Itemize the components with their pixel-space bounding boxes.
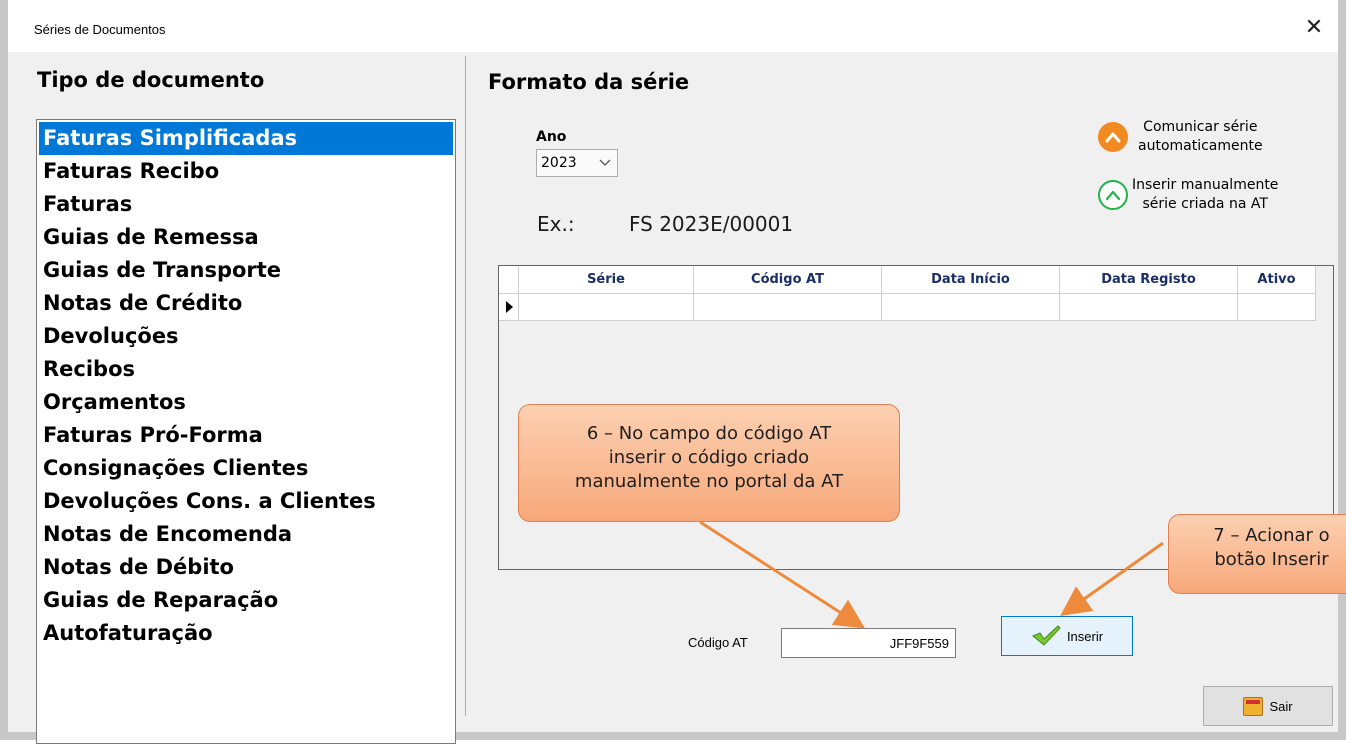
example-value: FS 2023E/00001 <box>629 212 794 236</box>
list-item[interactable]: Faturas Simplificadas <box>39 122 453 155</box>
dialog-content: Tipo de documento Faturas Simplificadas F… <box>8 52 1346 744</box>
cell-ativo[interactable] <box>1238 294 1316 321</box>
col-data-registo[interactable]: Data Registo <box>1060 266 1238 294</box>
list-item[interactable]: Notas de Encomenda <box>39 518 453 551</box>
sair-label: Sair <box>1269 698 1293 714</box>
legend-manual: Inserir manualmente série criada na AT <box>1098 176 1278 214</box>
list-item[interactable]: Consignações Clientes <box>39 452 453 485</box>
list-item[interactable]: Guias de Transporte <box>39 254 453 287</box>
list-item[interactable]: Faturas Pró-Forma <box>39 419 453 452</box>
chevron-down-icon <box>599 150 611 185</box>
document-type-list[interactable]: Faturas Simplificadas Faturas Recibo Fatur… <box>36 119 456 744</box>
exit-icon <box>1243 696 1264 716</box>
legend-auto-line1: Comunicar série <box>1143 119 1258 135</box>
sair-button[interactable]: Sair <box>1203 686 1333 726</box>
list-item[interactable]: Guias de Reparação <box>39 584 453 617</box>
cell-codigo-at[interactable] <box>694 294 882 321</box>
chevron-up-filled-orange-icon <box>1098 122 1128 152</box>
callout-6-line3: manualmente no portal da AT <box>574 471 844 492</box>
legend-auto-text: Comunicar série automaticamente <box>1138 118 1263 156</box>
window-title: Séries de Documentos <box>34 22 166 37</box>
col-codigo-at[interactable]: Código AT <box>694 266 882 294</box>
codigo-at-input[interactable] <box>781 628 956 658</box>
list-item[interactable]: Notas de Crédito <box>39 287 453 320</box>
list-item[interactable]: Devoluções Cons. a Clientes <box>39 485 453 518</box>
close-icon[interactable]: ✕ <box>1300 14 1328 42</box>
col-data-inicio[interactable]: Data Início <box>882 266 1060 294</box>
panel-divider <box>465 56 466 716</box>
callout-step-7: 7 – Acionar o botão Inserir <box>1168 514 1346 594</box>
grid-corner <box>499 266 519 294</box>
list-item[interactable]: Guias de Remessa <box>39 221 453 254</box>
list-item[interactable]: Orçamentos <box>39 386 453 419</box>
legend-auto: Comunicar série automaticamente <box>1098 118 1263 156</box>
legend-auto-line2: automaticamente <box>1138 138 1263 154</box>
list-item[interactable]: Faturas Recibo <box>39 155 453 188</box>
row-pointer-icon <box>499 294 519 321</box>
table-row[interactable] <box>499 294 1316 321</box>
list-item[interactable]: Autofaturação <box>39 617 453 650</box>
col-ativo[interactable]: Ativo <box>1238 266 1316 294</box>
document-type-heading: Tipo de documento <box>37 68 265 92</box>
callout-7-line1: 7 – Acionar o <box>1213 525 1330 546</box>
legend-manual-line2: série criada na AT <box>1142 196 1268 212</box>
chevron-up-outline-green-icon <box>1098 180 1128 210</box>
series-format-heading: Formato da série <box>488 70 690 94</box>
legend-manual-line1: Inserir manualmente <box>1132 177 1279 193</box>
cell-data-inicio[interactable] <box>882 294 1060 321</box>
cell-data-registo[interactable] <box>1060 294 1238 321</box>
year-select[interactable]: 2023 <box>536 149 618 177</box>
cell-serie[interactable] <box>519 294 694 321</box>
title-bar: Séries de Documentos ✕ <box>8 0 1338 52</box>
checkmark-icon <box>1031 624 1061 649</box>
year-value: 2023 <box>541 155 577 171</box>
list-item[interactable]: Devoluções <box>39 320 453 353</box>
inserir-button[interactable]: Inserir <box>1001 616 1133 656</box>
dialog-window: Séries de Documentos ✕ Tipo de documento… <box>0 0 1346 744</box>
grid-header: Série Código AT Data Início Data Registo… <box>499 266 1316 294</box>
callout-6-line2: inserir o código criado <box>608 447 810 468</box>
callout-7-line2: botão Inserir <box>1214 549 1329 570</box>
codigo-at-label: Código AT <box>688 635 748 650</box>
callout-6-line1: 6 – No campo do código AT <box>586 423 832 444</box>
legend-manual-text: Inserir manualmente série criada na AT <box>1132 176 1278 214</box>
col-serie[interactable]: Série <box>519 266 694 294</box>
inserir-label: Inserir <box>1066 628 1104 644</box>
list-item[interactable]: Faturas <box>39 188 453 221</box>
callout-step-6: 6 – No campo do código AT inserir o códi… <box>518 404 900 522</box>
example-label: Ex.: <box>537 212 575 236</box>
list-item[interactable]: Recibos <box>39 353 453 386</box>
list-item[interactable]: Notas de Débito <box>39 551 453 584</box>
year-label: Ano <box>536 129 567 145</box>
